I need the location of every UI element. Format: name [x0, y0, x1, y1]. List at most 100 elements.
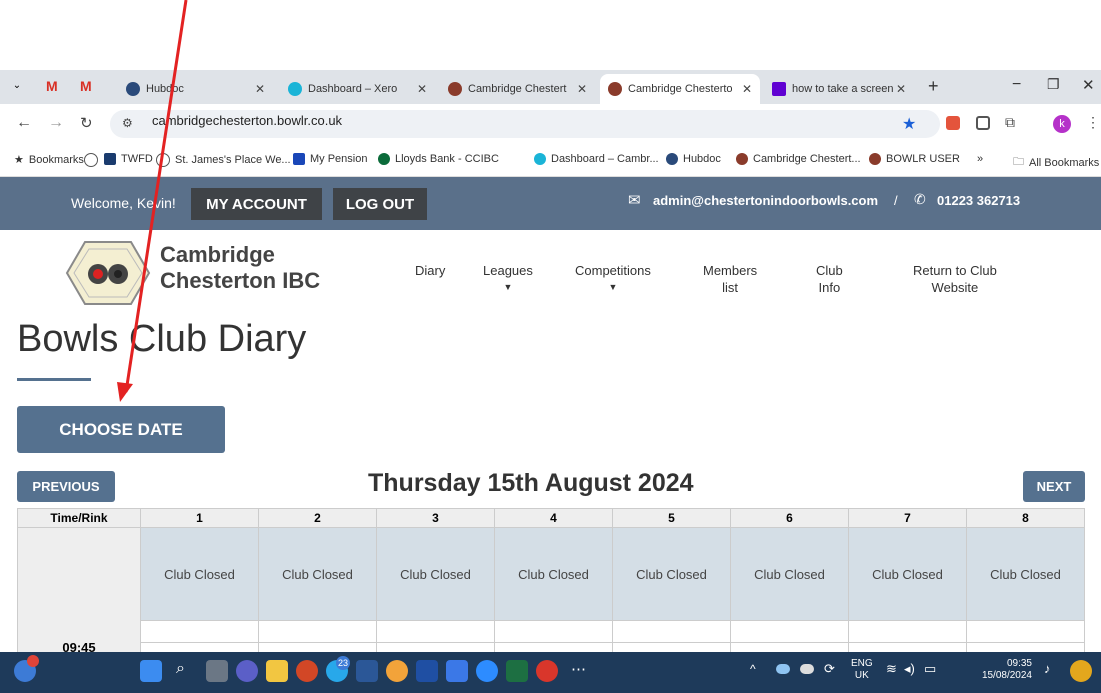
excel-icon[interactable] — [506, 660, 528, 682]
bookmarks-overflow[interactable]: » — [977, 153, 983, 165]
back-icon[interactable]: ← — [16, 114, 32, 132]
url-text[interactable]: cambridgechesterton.bowlr.co.uk — [152, 113, 342, 128]
language-indicator[interactable]: ENG UK — [851, 658, 873, 682]
parking-icon[interactable] — [416, 660, 438, 682]
clock[interactable]: 09:35 15/08/2024 — [980, 658, 1032, 682]
close-icon[interactable]: ✕ — [577, 82, 587, 96]
log-out-button[interactable]: LOG OUT — [333, 188, 427, 220]
close-icon[interactable]: ✕ — [255, 82, 265, 96]
tab-search-icon[interactable]: ⌄ — [10, 80, 24, 94]
reload-icon[interactable]: ↻ — [80, 114, 93, 132]
tab-cambridge-1[interactable]: Cambridge Chestert ✕ — [440, 74, 595, 104]
chevron-up-icon[interactable]: ^ — [750, 662, 756, 676]
nav-competitions[interactable]: Competitions ▼ — [575, 262, 651, 296]
battery-icon[interactable]: ▭ — [924, 661, 936, 677]
previous-button[interactable]: PREVIOUS — [17, 471, 115, 502]
file-explorer-icon[interactable] — [266, 660, 288, 682]
teams-chat-icon[interactable] — [236, 660, 258, 682]
close-icon[interactable]: ✕ — [896, 82, 906, 96]
empty-cell[interactable] — [612, 620, 731, 643]
bell-icon[interactable]: ♪ — [1044, 661, 1051, 676]
bookmark-item[interactable]: St. James's Place We... — [156, 153, 291, 167]
slot-cell[interactable]: Club Closed — [966, 526, 1085, 622]
empty-cell[interactable] — [966, 620, 1085, 643]
bookmark-item[interactable] — [84, 153, 103, 167]
zoom-icon[interactable] — [476, 660, 498, 682]
menu-icon[interactable]: ⋮ — [1086, 114, 1100, 131]
header-time-rink: Time/Rink — [17, 508, 141, 528]
app-red-icon[interactable] — [536, 660, 558, 682]
start-icon[interactable] — [140, 660, 162, 682]
bookmark-item[interactable]: TWFD — [104, 153, 153, 165]
bookmark-item[interactable]: ★ Bookmarks — [14, 153, 84, 167]
close-icon[interactable]: ✕ — [417, 82, 427, 96]
nav-club-info[interactable]: Club Info — [816, 262, 843, 296]
my-account-button[interactable]: MY ACCOUNT — [191, 188, 322, 220]
sync-icon[interactable]: ⟳ — [824, 661, 835, 677]
choose-date-button[interactable]: CHOOSE DATE — [17, 406, 225, 453]
tab-search-icon[interactable] — [976, 116, 990, 130]
empty-cell[interactable] — [140, 620, 259, 643]
cloud-icon[interactable] — [776, 664, 790, 674]
slot-cell[interactable]: Club Closed — [848, 526, 967, 622]
task-view-icon[interactable] — [206, 660, 228, 682]
restore-icon[interactable]: ❐ — [1047, 76, 1060, 93]
club-name-line1: Cambridge — [160, 242, 275, 267]
empty-cell[interactable] — [494, 620, 613, 643]
tab-cambridge-active[interactable]: Cambridge Chesterto ✕ — [600, 74, 760, 104]
empty-cell[interactable] — [258, 620, 377, 643]
tab-yahoo[interactable]: how to take a screen ✕ — [764, 74, 914, 104]
nav-members-list[interactable]: Members list — [703, 262, 757, 296]
site-info-icon[interactable]: ⚙ — [122, 116, 133, 130]
search-icon[interactable]: ⌕ — [176, 660, 185, 678]
next-button[interactable]: NEXT — [1023, 471, 1085, 502]
contact-phone[interactable]: 01223 362713 — [937, 193, 1020, 208]
bookmark-item[interactable]: BOWLR USER — [869, 153, 960, 165]
club-logo[interactable] — [65, 240, 151, 306]
slot-cell[interactable]: Club Closed — [258, 526, 377, 622]
wifi-icon[interactable]: ≋ — [886, 661, 897, 677]
bookmark-star-icon[interactable]: ★ — [902, 114, 916, 134]
bookmark-item[interactable]: Dashboard – Cambr... — [534, 153, 659, 165]
gmail-icon-2[interactable]: M — [80, 78, 92, 94]
slot-cell[interactable]: Club Closed — [612, 526, 731, 622]
slot-cell[interactable]: Club Closed — [140, 526, 259, 622]
close-icon[interactable]: ✕ — [742, 82, 752, 96]
chrome-icon[interactable] — [386, 660, 408, 682]
copilot-icon[interactable] — [1070, 660, 1092, 682]
onedrive-icon[interactable] — [800, 664, 814, 674]
bookmark-item[interactable]: Lloyds Bank - CCIBC — [378, 153, 499, 165]
club-name[interactable]: Cambridge Chesterton IBC — [160, 242, 320, 294]
notification-badge — [27, 655, 39, 667]
empty-cell[interactable] — [730, 620, 849, 643]
bookmark-item[interactable]: Cambridge Chestert... — [736, 153, 861, 165]
all-bookmarks[interactable]: 🗀 All Bookmarks — [1013, 153, 1099, 172]
profile-avatar[interactable]: k — [1053, 115, 1071, 133]
gmail-icon[interactable]: M — [46, 78, 58, 94]
word-icon[interactable] — [356, 660, 378, 682]
extensions-puzzle-icon[interactable]: ⧉ — [1005, 114, 1015, 131]
bookmark-item[interactable]: Hubdoc — [666, 153, 721, 165]
nav-leagues[interactable]: Leagues ▼ — [483, 262, 533, 296]
pension-icon — [293, 153, 305, 165]
slot-cell[interactable]: Club Closed — [376, 526, 495, 622]
tab-hubdoc[interactable]: Hubdoc ✕ — [118, 74, 273, 104]
empty-cell[interactable] — [848, 620, 967, 643]
powerpoint-icon[interactable] — [296, 660, 318, 682]
slot-cell[interactable]: Club Closed — [730, 526, 849, 622]
forward-icon[interactable]: → — [48, 114, 64, 132]
window-close-icon[interactable]: ✕ — [1082, 76, 1095, 94]
contact-email[interactable]: admin@chestertonindoorbowls.com — [653, 193, 878, 208]
volume-icon[interactable]: ◂) — [904, 661, 915, 677]
more-apps-icon[interactable]: ⋯ — [571, 660, 586, 678]
nav-diary[interactable]: Diary — [415, 262, 445, 279]
new-tab-icon[interactable]: + — [928, 76, 939, 97]
empty-cell[interactable] — [376, 620, 495, 643]
slot-cell[interactable]: Club Closed — [494, 526, 613, 622]
nav-return-website[interactable]: Return to Club Website — [913, 262, 997, 296]
extension-icon[interactable] — [946, 116, 960, 130]
bookmark-item[interactable]: My Pension — [293, 153, 367, 165]
app-icon[interactable] — [446, 660, 468, 682]
tab-xero[interactable]: Dashboard – Xero ✕ — [280, 74, 435, 104]
minimize-icon[interactable]: − — [1012, 76, 1021, 94]
